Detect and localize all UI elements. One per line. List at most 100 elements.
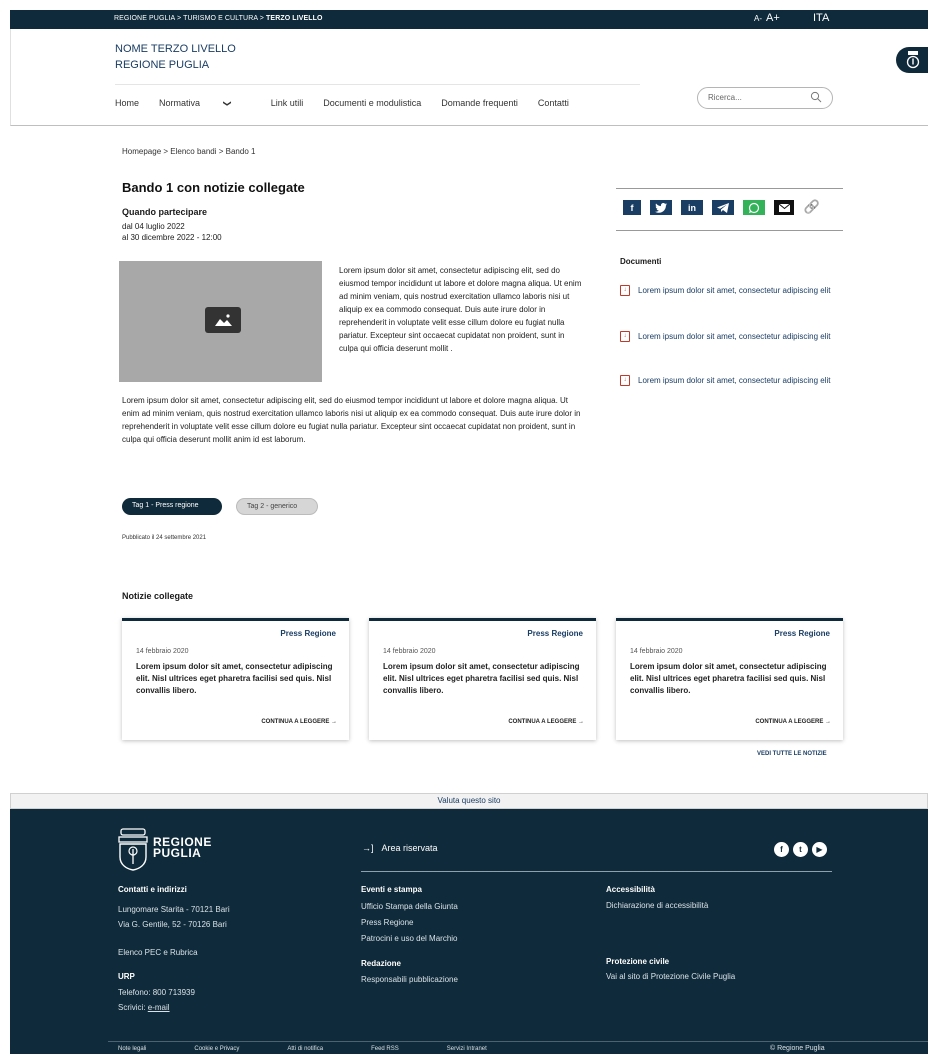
- reserved-area-link[interactable]: →] Area riservata: [362, 843, 438, 853]
- footer-link-note-legali[interactable]: Note legali: [118, 1046, 146, 1052]
- footer-pec-link[interactable]: Elenco PEC e Rubrica: [118, 945, 198, 960]
- footer-accessibility-title: Accessibilità: [606, 885, 655, 894]
- footer-link-responsabili[interactable]: Responsabili pubblicazione: [361, 972, 458, 987]
- share-divider-bottom: [616, 230, 843, 231]
- header-divider: [115, 84, 640, 85]
- footer-urp-write: Scrivici: e-mail: [118, 1000, 170, 1015]
- footer-link-intranet[interactable]: Servizi Intranet: [447, 1046, 487, 1052]
- site-footer: REGIONE PUGLIA →] Area riservata f t ▶ Co…: [10, 809, 928, 1054]
- breadcrumb[interactable]: Homepage > Elenco bandi > Bando 1: [122, 147, 255, 156]
- accessibility-icon: [906, 51, 920, 69]
- tag-press-regione[interactable]: Tag 1 - Press regione: [122, 498, 222, 515]
- facebook-icon[interactable]: f: [623, 200, 641, 215]
- read-more-link[interactable]: CONTINUA A LEGGERE →: [508, 719, 584, 725]
- footer-redazione-title: Redazione: [361, 959, 402, 968]
- footer-contacts-title: Contatti e indirizzi: [118, 885, 187, 894]
- telegram-icon[interactable]: [712, 200, 734, 215]
- share-bar: f in 🔗: [623, 200, 821, 215]
- search-icon[interactable]: [810, 91, 822, 105]
- footer-bottom-links: Note legali Cookie e Privacy Atti di not…: [118, 1046, 535, 1052]
- footer-link-atti-notifica[interactable]: Atti di notifica: [287, 1046, 323, 1052]
- body-paragraph-intro: Lorem ipsum dolor sit amet, consectetur …: [339, 266, 582, 353]
- news-text: Lorem ipsum dolor sit amet, consectetur …: [136, 662, 333, 695]
- email-icon[interactable]: [774, 200, 794, 215]
- read-more-link[interactable]: CONTINUA A LEGGERE →: [755, 719, 831, 725]
- footer-link-press-regione[interactable]: Press Regione: [361, 915, 413, 930]
- news-card[interactable]: Press Regione 14 febbraio 2020 Lorem ips…: [369, 618, 596, 740]
- top-bar: REGIONE PUGLIA > TURISMO E CULTURA > TER…: [10, 10, 928, 29]
- footer-urp-title: URP: [118, 972, 135, 981]
- footer-logo-text: REGIONE PUGLIA: [153, 836, 212, 859]
- footer-urp-phone: Telefono: 800 713939: [118, 988, 195, 997]
- link-icon[interactable]: 🔗: [803, 200, 821, 215]
- participation-start-date: dal 04 luglio 2022: [122, 222, 185, 231]
- nav-item-documenti[interactable]: Documenti e modulistica: [323, 98, 421, 108]
- youtube-icon[interactable]: ▶: [812, 842, 827, 857]
- footer-link-civil-protection[interactable]: Vai al sito di Protezione Civile Puglia: [606, 969, 735, 984]
- site-name[interactable]: NOME TERZO LIVELLO REGIONE PUGLIA: [115, 41, 236, 73]
- footer-address-1: Lungomare Starita - 70121 Bari: [118, 905, 230, 914]
- read-more-link[interactable]: CONTINUA A LEGGERE →: [261, 719, 337, 725]
- news-category[interactable]: Press Regione: [527, 629, 583, 638]
- twitter-icon[interactable]: [650, 200, 672, 215]
- font-decrease-button[interactable]: A-: [754, 14, 762, 23]
- font-size-controls: A- A+: [754, 12, 780, 24]
- footer-link-ufficio-stampa[interactable]: Ufficio Stampa della Giunta: [361, 899, 458, 914]
- nav-item-contatti[interactable]: Contatti: [538, 98, 569, 108]
- document-link[interactable]: ↓ Lorem ipsum dolor sit amet, consectetur…: [620, 374, 835, 388]
- footer-divider: [361, 871, 832, 872]
- news-card[interactable]: Press Regione 14 febbraio 2020 Lorem ips…: [122, 618, 349, 740]
- footer-social: f t ▶: [774, 842, 827, 857]
- news-text: Lorem ipsum dolor sit amet, consectetur …: [630, 662, 827, 695]
- footer-copyright: © Regione Puglia: [770, 1045, 825, 1052]
- font-increase-button[interactable]: A+: [766, 12, 780, 24]
- region-breadcrumb-current: TERZO LIVELLO: [266, 15, 323, 22]
- participation-label: Quando partecipare: [122, 207, 208, 217]
- regione-puglia-logo[interactable]: [118, 827, 148, 876]
- news-date: 14 febbraio 2020: [136, 648, 189, 655]
- document-link[interactable]: ↓ Lorem ipsum dolor sit amet, consectetur…: [620, 284, 835, 298]
- news-category[interactable]: Press Regione: [774, 629, 830, 638]
- footer-link-feed-rss[interactable]: Feed RSS: [371, 1046, 399, 1052]
- login-icon: →]: [362, 843, 374, 853]
- participation-end-date: al 30 dicembre 2022 - 12:00: [122, 233, 222, 242]
- region-breadcrumb-path[interactable]: REGIONE PUGLIA > TURISMO E CULTURA >: [114, 15, 266, 22]
- page-title: Bando 1 con notizie collegate: [122, 180, 305, 195]
- footer-bottom-divider: [108, 1041, 928, 1042]
- whatsapp-icon[interactable]: [743, 200, 765, 215]
- footer-address-2: Via G. Gentile, 52 - 70126 Bari: [118, 920, 227, 929]
- see-all-news-link[interactable]: VEDI TUTTE LE NOTIZIE: [757, 751, 827, 757]
- news-category[interactable]: Press Regione: [280, 629, 336, 638]
- search-placeholder: Ricerca...: [708, 93, 742, 102]
- related-news-title: Notizie collegate: [122, 591, 194, 601]
- published-date: Pubblicato il 24 settembre 2021: [122, 535, 207, 541]
- footer-events-title: Eventi e stampa: [361, 885, 422, 894]
- footer-link-accessibility[interactable]: Dichiarazione di accessibilità: [606, 898, 708, 913]
- nav-item-normativa[interactable]: Normativa ❯: [159, 98, 251, 108]
- image-placeholder: [119, 261, 322, 382]
- tag-generico[interactable]: Tag 2 - generico: [236, 498, 318, 515]
- news-date: 14 febbraio 2020: [383, 648, 436, 655]
- site-name-line-1: NOME TERZO LIVELLO: [115, 43, 236, 55]
- facebook-icon[interactable]: f: [774, 842, 789, 857]
- twitter-icon[interactable]: t: [793, 842, 808, 857]
- search-input[interactable]: Ricerca...: [697, 87, 833, 109]
- nav-item-link-utili[interactable]: Link utili: [271, 98, 304, 108]
- body-paragraph: Lorem ipsum dolor sit amet, consectetur …: [122, 396, 581, 444]
- rate-site-bar[interactable]: Valuta questo sito: [10, 793, 928, 809]
- language-selector[interactable]: ITA: [813, 12, 829, 24]
- footer-link-cookie-privacy[interactable]: Cookie e Privacy: [194, 1046, 239, 1052]
- accessibility-badge[interactable]: [896, 47, 928, 73]
- news-card[interactable]: Press Regione 14 febbraio 2020 Lorem ips…: [616, 618, 843, 740]
- nav-item-home[interactable]: Home: [115, 98, 139, 108]
- linkedin-icon[interactable]: in: [681, 200, 703, 215]
- footer-email-link[interactable]: e-mail: [148, 1003, 170, 1012]
- site-header: NOME TERZO LIVELLO REGIONE PUGLIA Home N…: [10, 29, 928, 126]
- nav-item-faq[interactable]: Domande frequenti: [441, 98, 518, 108]
- share-divider-top: [616, 188, 843, 189]
- document-link[interactable]: ↓ Lorem ipsum dolor sit amet, consectetur…: [620, 330, 835, 344]
- footer-civil-protection-title: Protezione civile: [606, 957, 670, 966]
- pdf-icon: ↓: [620, 285, 630, 296]
- footer-link-patrocini[interactable]: Patrocini e uso del Marchio: [361, 931, 458, 946]
- site-name-line-2: REGIONE PUGLIA: [115, 59, 210, 71]
